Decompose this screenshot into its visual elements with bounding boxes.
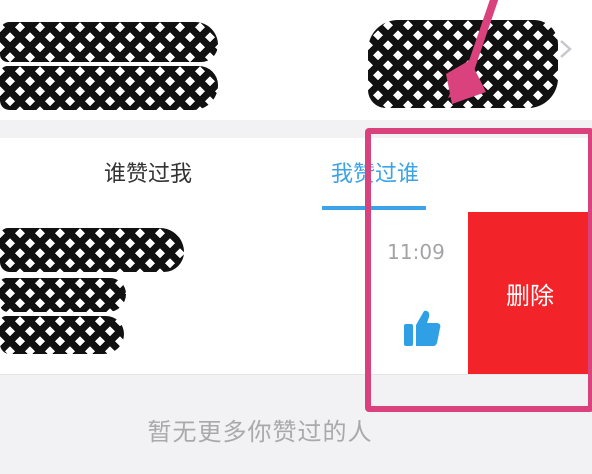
- redacted-contact-extra: [0, 316, 124, 354]
- tab-bar: 谁赞过我 我赞过谁: [0, 138, 592, 213]
- redacted-contact-detail: [0, 278, 126, 312]
- thumbs-up-icon: [404, 310, 441, 346]
- tab-who-liked-me[interactable]: 谁赞过我: [88, 160, 208, 190]
- active-tab-indicator: [322, 206, 426, 210]
- chevron-right-icon[interactable]: [554, 38, 576, 60]
- redacted-contact-name: [0, 228, 184, 272]
- watermark-fragment: [462, 462, 592, 474]
- tab-who-i-liked[interactable]: 我赞过谁: [313, 160, 437, 190]
- redacted-subtitle: [0, 66, 218, 110]
- timestamp: 11:09: [387, 240, 445, 264]
- profile-header[interactable]: [0, 0, 592, 120]
- list-item[interactable]: 11:09 删除: [0, 212, 592, 375]
- redacted-value: [368, 20, 558, 108]
- empty-state-message: 暂无更多你赞过的人: [147, 418, 373, 446]
- redacted-username: [0, 22, 218, 62]
- delete-button[interactable]: 删除: [468, 212, 592, 374]
